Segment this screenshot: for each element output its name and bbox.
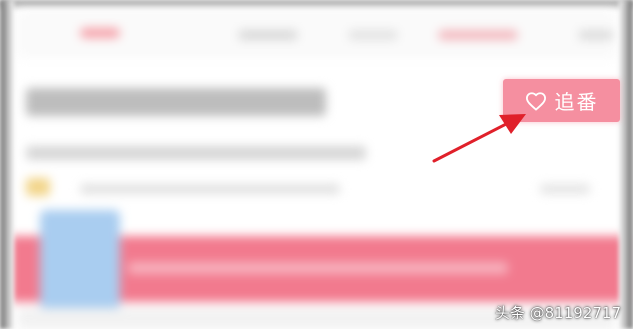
rating-badge	[26, 178, 50, 196]
follow-button[interactable]: 追番	[503, 79, 620, 122]
promo-banner-text	[128, 262, 508, 274]
heart-outline-icon	[525, 91, 546, 111]
anime-meta-info	[80, 184, 340, 194]
anime-cover-thumbnail[interactable]	[40, 210, 120, 310]
nav-item[interactable]	[438, 30, 518, 40]
top-navigation-bar	[18, 10, 615, 58]
watermark: 头条 @81192717	[494, 304, 621, 322]
nav-item[interactable]	[238, 30, 298, 40]
window-frame-right	[619, 0, 633, 329]
blurred-page-content	[0, 0, 633, 329]
anime-title	[26, 88, 326, 116]
anime-subtitle	[26, 146, 366, 160]
nav-item[interactable]	[578, 30, 614, 40]
nav-item[interactable]	[348, 30, 398, 40]
site-logo	[80, 28, 120, 38]
window-frame-left	[0, 0, 14, 329]
follow-button-label: 追番	[554, 90, 599, 114]
meta-link[interactable]	[540, 184, 590, 194]
